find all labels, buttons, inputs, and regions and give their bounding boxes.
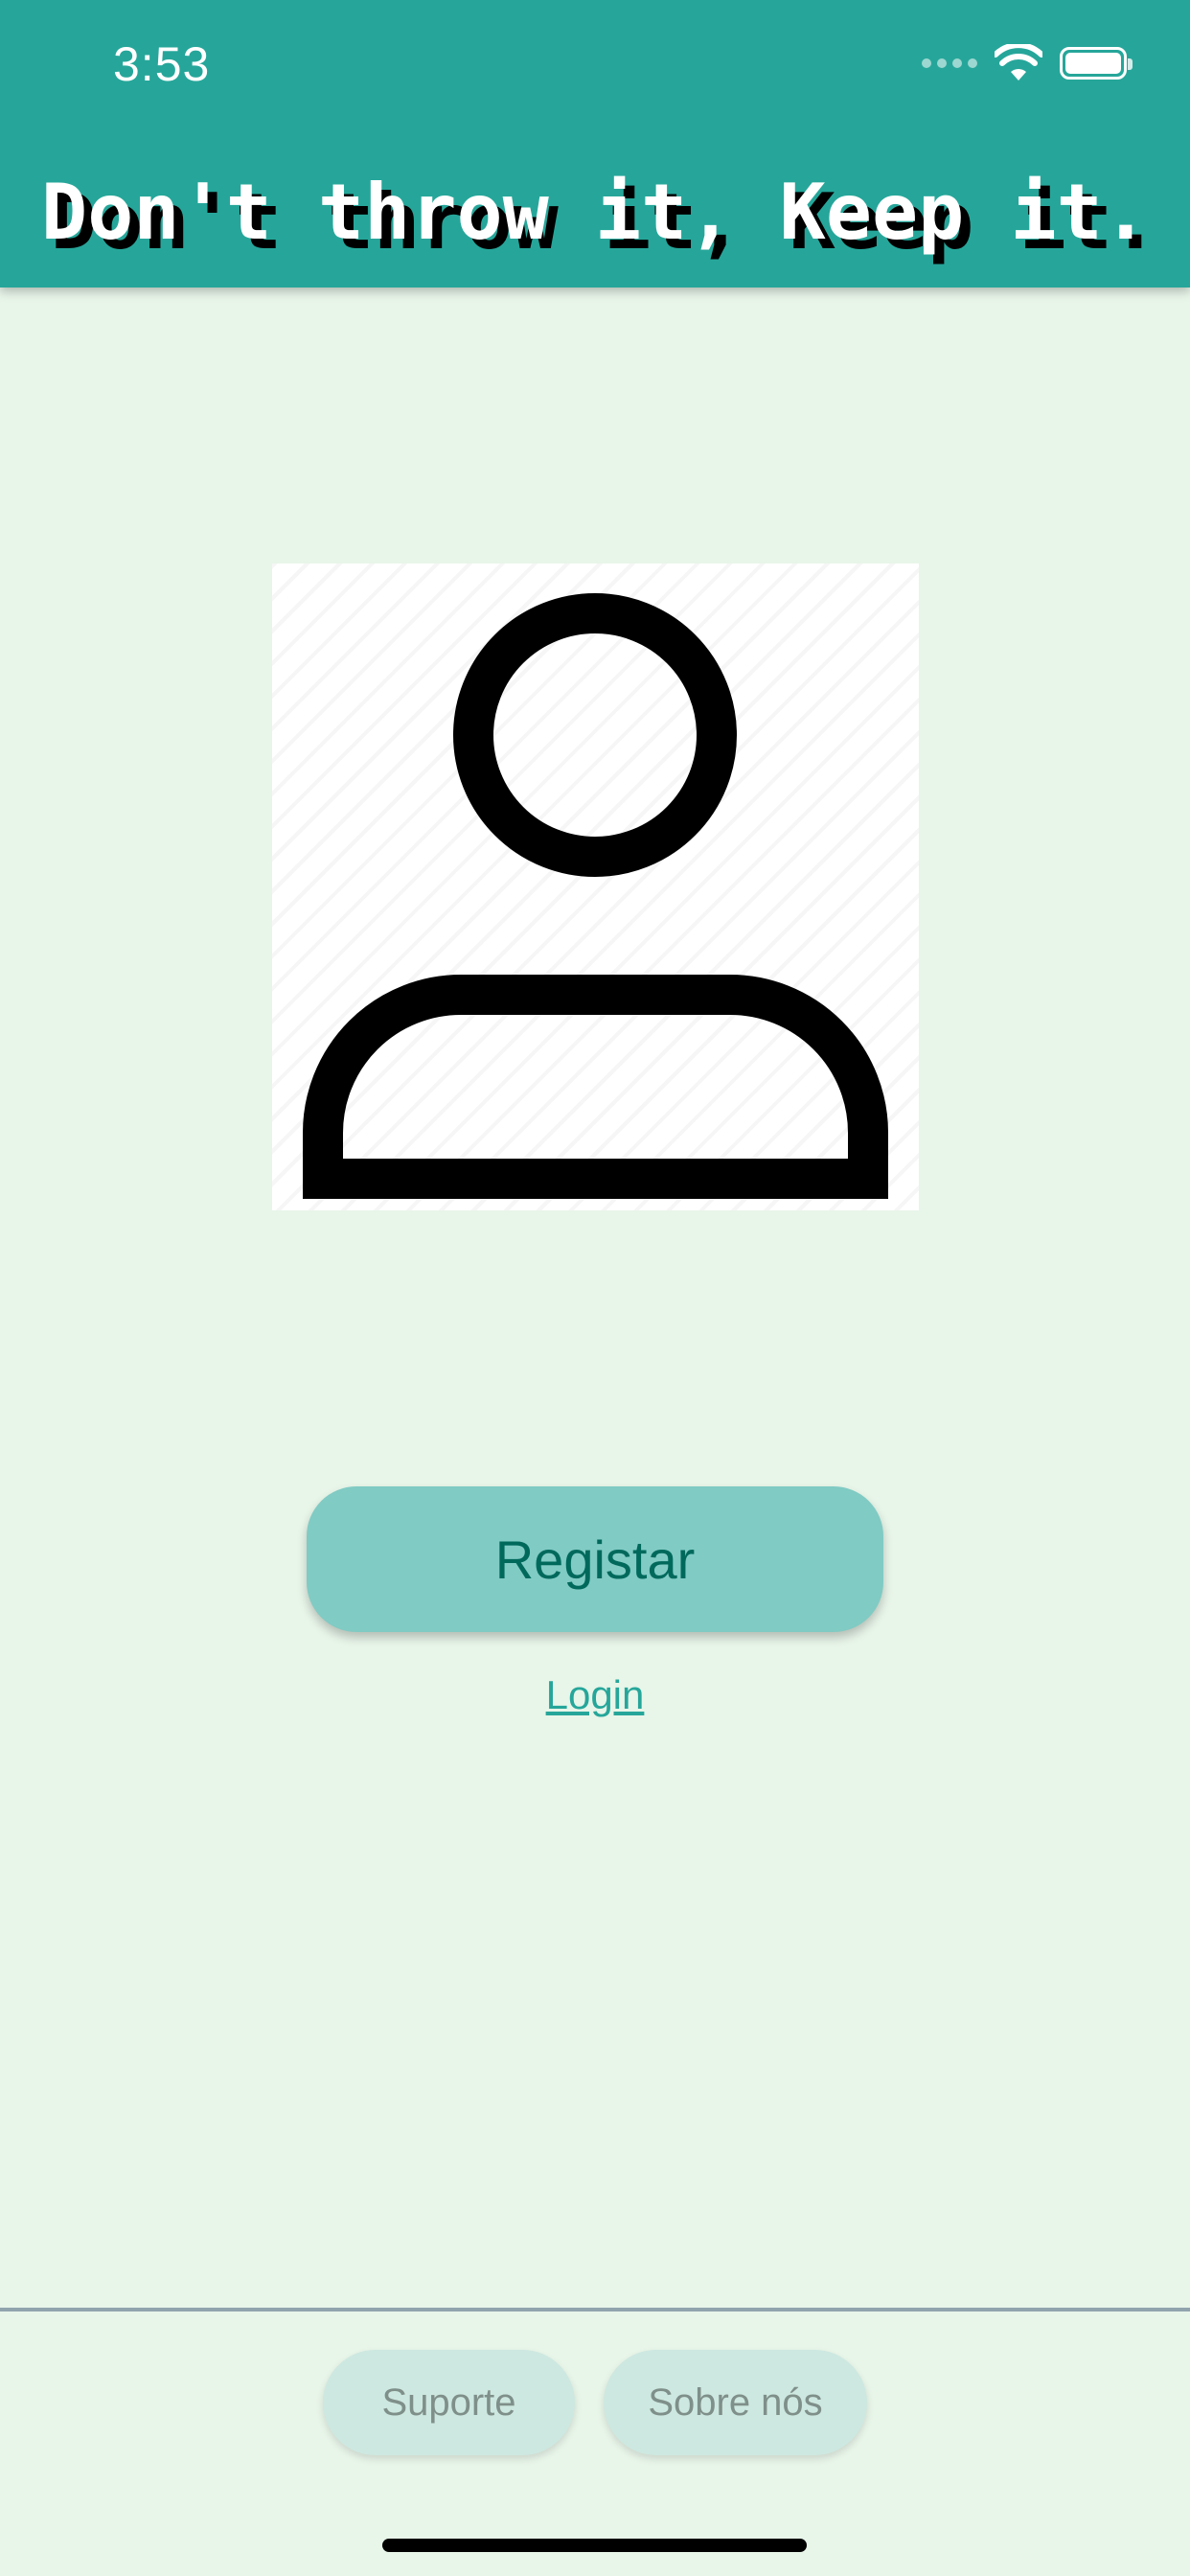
app-header: 3:53 Don't throw it, Keep it.: [0, 0, 1190, 288]
status-bar-time: 3:53: [113, 37, 211, 91]
footer-divider: [0, 2308, 1190, 2312]
app-title: Don't throw it, Keep it.: [41, 168, 1149, 257]
login-link[interactable]: Login: [0, 1672, 1190, 1718]
about-us-button[interactable]: Sobre nós: [604, 2350, 867, 2455]
support-button[interactable]: Suporte: [323, 2350, 575, 2455]
battery-icon: [1060, 47, 1133, 80]
wifi-icon: [995, 44, 1042, 80]
status-bar-icons: [922, 44, 1133, 82]
cellular-signal-icon: [922, 44, 977, 82]
user-avatar-icon: [272, 564, 919, 1210]
register-button[interactable]: Registar: [307, 1486, 883, 1632]
home-indicator[interactable]: [382, 2539, 807, 2552]
